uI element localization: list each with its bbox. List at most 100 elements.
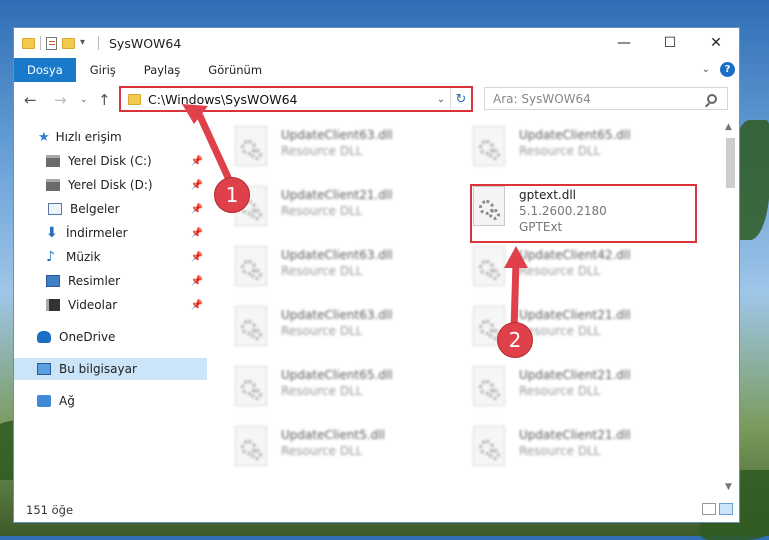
file-list: UpdateClient63.dll Resource DLL UpdateCli… — [219, 124, 724, 494]
back-arrow-icon[interactable]: ← — [24, 91, 37, 109]
help-icon[interactable]: ? — [720, 62, 735, 77]
sidebar-item-label: Ağ — [59, 394, 75, 408]
drive-icon — [46, 155, 60, 167]
sidebar-item-label: Resimler — [68, 274, 121, 288]
search-input[interactable]: Ara: SysWOW64 — [493, 92, 707, 106]
file-type: Resource DLL — [519, 264, 601, 278]
documents-icon — [48, 203, 62, 215]
scroll-up-icon[interactable]: ▲ — [725, 122, 732, 132]
file-item[interactable]: UpdateClient21.dll Resource DLL — [459, 306, 679, 356]
search-icon[interactable] — [707, 93, 717, 104]
tab-share[interactable]: Paylaş — [130, 58, 195, 82]
chevron-down-icon[interactable]: ⌄ — [702, 64, 710, 75]
pc-icon — [37, 363, 51, 375]
sidebar-item-this-pc[interactable]: Bu bilgisayar — [14, 358, 207, 380]
file-type: Resource DLL — [281, 264, 363, 278]
file-item[interactable]: UpdateClient21.dll Resource DLL — [459, 366, 679, 416]
details-view-icon[interactable] — [702, 503, 716, 515]
file-type: Resource DLL — [519, 384, 601, 398]
file-item[interactable]: UpdateClient21.dll Resource DLL — [221, 186, 441, 236]
file-item[interactable]: UpdateClient63.dll Resource DLL — [221, 126, 441, 176]
pin-icon: 📌 — [190, 227, 203, 239]
properties-icon[interactable] — [46, 36, 57, 50]
file-type: Resource DLL — [519, 324, 601, 338]
sidebar-item-label: İndirmeler — [66, 226, 128, 240]
sidebar-item-pictures[interactable]: Resimler 📌 — [14, 270, 207, 292]
address-row: ← → ⌄ ↑ C:\Windows\SysWOW64 ⌄ ↻ Ara: Sys… — [14, 85, 739, 115]
file-name: UpdateClient63.dll — [281, 308, 393, 322]
dll-file-icon — [235, 126, 267, 166]
address-bar[interactable]: C:\Windows\SysWOW64 ⌄ ↻ — [119, 86, 473, 112]
vertical-scrollbar[interactable]: ▲ ▼ — [723, 120, 738, 494]
sidebar-item-label: Belgeler — [70, 202, 120, 216]
file-name: UpdateClient63.dll — [281, 248, 393, 262]
sidebar-item-label: Yerel Disk (D:) — [68, 178, 153, 192]
minimize-button[interactable]: — — [601, 28, 647, 58]
divider — [98, 36, 99, 50]
file-type: Resource DLL — [519, 444, 601, 458]
sidebar-item-onedrive[interactable]: OneDrive — [14, 326, 207, 348]
file-item[interactable]: UpdateClient65.dll Resource DLL — [221, 366, 441, 416]
divider — [40, 36, 41, 50]
pin-icon: 📌 — [190, 251, 203, 263]
sidebar-item-quick-access[interactable]: ★ Hızlı erişim — [14, 126, 207, 148]
tiles-view-icon[interactable] — [719, 503, 733, 515]
recent-locations-chevron-icon[interactable]: ⌄ — [80, 95, 88, 105]
file-name: UpdateClient21.dll — [519, 308, 631, 322]
file-item[interactable]: UpdateClient63.dll Resource DLL — [221, 306, 441, 356]
file-type: Resource DLL — [281, 444, 363, 458]
item-count: 151 öğe — [26, 503, 74, 517]
up-arrow-icon[interactable]: ↑ — [98, 91, 111, 109]
new-folder-icon[interactable] — [62, 37, 75, 49]
close-button[interactable]: ✕ — [693, 28, 739, 58]
dll-file-icon — [235, 426, 267, 466]
view-buttons — [702, 503, 733, 515]
file-explorer-window: ▾ SysWOW64 — ☐ ✕ Dosya Giriş Paylaş Görü… — [13, 27, 740, 523]
pin-icon: 📌 — [190, 299, 203, 311]
sidebar-item-label: OneDrive — [59, 330, 116, 344]
gptext-highlight-box — [470, 184, 697, 243]
tab-view[interactable]: Görünüm — [194, 58, 276, 82]
sidebar-item-local-disk-d[interactable]: Yerel Disk (D:) 📌 — [14, 174, 207, 196]
address-dropdown-icon[interactable]: ⌄ — [432, 94, 450, 105]
maximize-button[interactable]: ☐ — [647, 28, 693, 58]
file-item[interactable]: UpdateClient21.dll Resource DLL — [459, 426, 679, 476]
star-icon: ★ — [38, 129, 50, 145]
folder-icon — [22, 37, 35, 49]
file-item[interactable]: UpdateClient5.dll Resource DLL — [221, 426, 441, 476]
videos-icon — [46, 299, 60, 311]
dll-file-icon — [473, 126, 505, 166]
file-item[interactable]: UpdateClient65.dll Resource DLL — [459, 126, 679, 176]
sidebar-item-downloads[interactable]: ⬇ İndirmeler 📌 — [14, 222, 207, 244]
window-title: SysWOW64 — [109, 35, 182, 51]
customize-toolbar-icon[interactable]: ▾ — [80, 37, 93, 50]
file-name: UpdateClient65.dll — [519, 128, 631, 142]
scrollbar-thumb[interactable] — [726, 138, 735, 188]
pin-icon: 📌 — [190, 203, 203, 215]
callout-badge-2: 2 — [497, 322, 533, 358]
file-name: UpdateClient21.dll — [519, 428, 631, 442]
scroll-down-icon[interactable]: ▼ — [725, 482, 732, 492]
callout-badge-1: 1 — [214, 177, 250, 213]
sidebar-item-music[interactable]: ♪ Müzik 📌 — [14, 246, 207, 268]
sidebar-item-label: Videolar — [68, 298, 118, 312]
forward-arrow-icon[interactable]: → — [54, 91, 67, 109]
refresh-icon[interactable]: ↻ — [450, 88, 471, 110]
ribbon-right-controls: ⌄ ? — [702, 62, 735, 77]
sidebar-item-videos[interactable]: Videolar 📌 — [14, 294, 207, 316]
tab-file[interactable]: Dosya — [14, 58, 76, 82]
ribbon-tabs: Dosya Giriş Paylaş Görünüm ⌄ ? — [14, 58, 739, 82]
dll-file-icon — [235, 306, 267, 346]
file-item[interactable]: UpdateClient42.dll Resource DLL — [459, 246, 679, 296]
pin-icon: 📌 — [190, 155, 203, 167]
search-box[interactable]: Ara: SysWOW64 — [484, 87, 728, 110]
sidebar-item-local-disk-c[interactable]: Yerel Disk (C:) 📌 — [14, 150, 207, 172]
file-type: Resource DLL — [281, 384, 363, 398]
file-item[interactable]: UpdateClient63.dll Resource DLL — [221, 246, 441, 296]
sidebar-item-network[interactable]: Ağ — [14, 390, 207, 412]
tab-home[interactable]: Giriş — [76, 58, 130, 82]
pin-icon: 📌 — [190, 179, 203, 191]
file-type: Resource DLL — [519, 144, 601, 158]
sidebar-item-documents[interactable]: Belgeler 📌 — [14, 198, 207, 220]
address-path[interactable]: C:\Windows\SysWOW64 — [148, 92, 432, 107]
